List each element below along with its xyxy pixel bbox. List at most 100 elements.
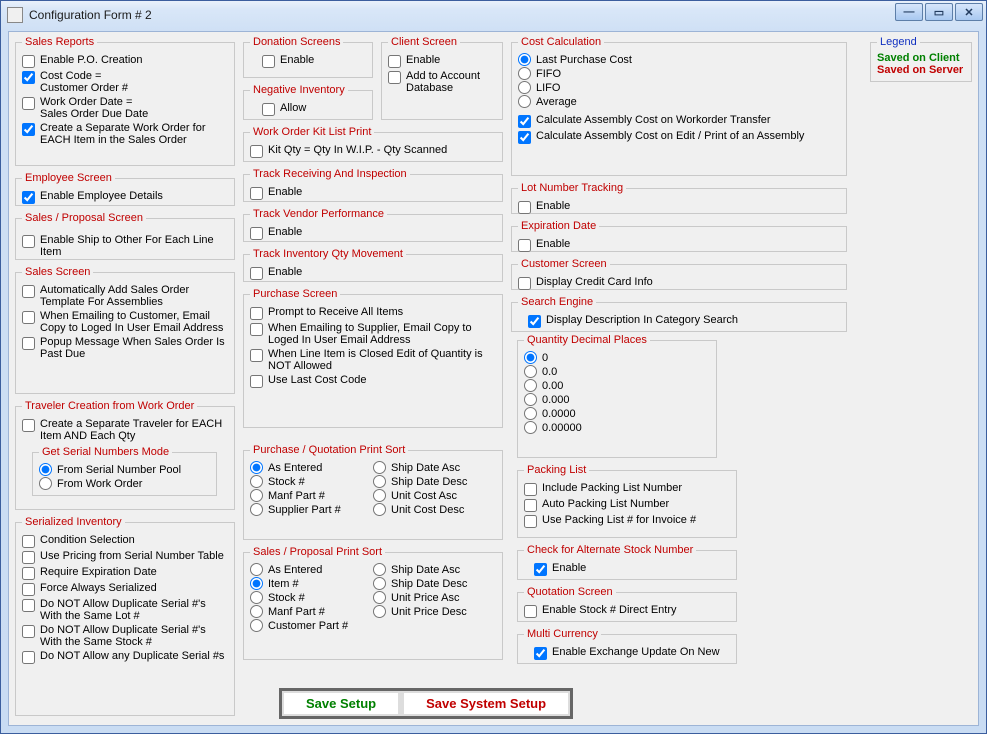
quotation-direct[interactable]: Enable Stock # Direct Entry <box>524 604 730 618</box>
track-inv-qty-enable[interactable]: Enable <box>250 266 496 280</box>
ssort-unit-asc[interactable]: Unit Price Asc <box>373 591 496 604</box>
no-dup-any[interactable]: Do NOT Allow any Duplicate Serial #s <box>22 650 228 664</box>
serial-mode-group: Get Serial Numbers Mode From Serial Numb… <box>32 446 217 496</box>
ssort-manf[interactable]: Manf Part # <box>250 605 373 618</box>
packing-invoice[interactable]: Use Packing List # for Invoice # <box>524 514 730 528</box>
ship-to-other-each-line[interactable]: Enable Ship to Other For Each Line Item <box>22 234 228 258</box>
enable-po-creation[interactable]: Enable P.O. Creation <box>22 54 228 68</box>
donation-enable[interactable]: Enable <box>262 54 366 68</box>
email-copy-customer[interactable]: When Emailing to Customer, Email Copy to… <box>22 310 228 334</box>
packing-auto[interactable]: Auto Packing List Number <box>524 498 730 512</box>
pricing-serial-table[interactable]: Use Pricing from Serial Number Table <box>22 550 228 564</box>
ssort-as-entered[interactable]: As Entered <box>250 563 373 576</box>
track-inv-qty-group: Track Inventory Qty Movement Enable <box>243 248 503 282</box>
psort-unit-desc[interactable]: Unit Cost Desc <box>373 503 496 516</box>
employee-screen-group: Employee Screen Enable Employee Details <box>15 172 235 206</box>
save-setup-button[interactable]: Save Setup <box>284 693 398 714</box>
popup-past-due[interactable]: Popup Message When Sales Order Is Past D… <box>22 336 228 360</box>
search-desc[interactable]: Display Description In Category Search <box>528 314 840 328</box>
ssort-item[interactable]: Item # <box>250 577 373 590</box>
minimize-button[interactable]: — <box>895 3 923 21</box>
window: Configuration Form # 2 — ▭ ✕ Legend Save… <box>0 0 987 734</box>
alt-stock-group: Check for Alternate Stock Number Enable <box>517 544 737 580</box>
cost-avg[interactable]: Average <box>518 95 840 108</box>
titlebar: Configuration Form # 2 — ▭ ✕ <box>1 1 986 29</box>
asm-cost-edit[interactable]: Calculate Assembly Cost on Edit / Print … <box>518 130 840 144</box>
neg-inventory-allow[interactable]: Allow <box>262 102 366 116</box>
sales-reports-group: Sales Reports Enable P.O. Creation Cost … <box>15 36 235 166</box>
lot-enable[interactable]: Enable <box>518 200 840 214</box>
ssort-cust[interactable]: Customer Part # <box>250 619 373 632</box>
legend-title: Legend <box>877 36 920 48</box>
serial-from-wo[interactable]: From Work Order <box>39 477 210 490</box>
multi-cur-enable[interactable]: Enable Exchange Update On New <box>534 646 730 660</box>
track-recv-enable[interactable]: Enable <box>250 186 496 200</box>
client-enable[interactable]: Enable <box>388 54 496 68</box>
psort-unit-asc[interactable]: Unit Cost Asc <box>373 489 496 502</box>
no-dup-lot[interactable]: Do NOT Allow Duplicate Serial #'s With t… <box>22 598 228 622</box>
packing-include[interactable]: Include Packing List Number <box>524 482 730 496</box>
alt-stock-enable[interactable]: Enable <box>534 562 730 576</box>
psort-as-entered[interactable]: As Entered <box>250 461 373 474</box>
cost-code-customer-order[interactable]: Cost Code = Customer Order # <box>22 70 228 94</box>
prompt-receive-all[interactable]: Prompt to Receive All Items <box>250 306 496 320</box>
kit-qty-wip[interactable]: Kit Qty = Qty In W.I.P. - Qty Scanned <box>250 144 496 158</box>
cost-last[interactable]: Last Purchase Cost <box>518 53 840 66</box>
qty-0[interactable]: 0 <box>524 351 710 364</box>
maximize-button[interactable]: ▭ <box>925 3 953 21</box>
exp-date-group: Expiration Date Enable <box>511 220 847 252</box>
display-cc-info[interactable]: Display Credit Card Info <box>518 276 840 290</box>
window-title: Configuration Form # 2 <box>29 8 152 22</box>
no-dup-stock[interactable]: Do NOT Allow Duplicate Serial #'s With t… <box>22 624 228 648</box>
search-engine-group: Search Engine Display Description In Cat… <box>511 296 847 332</box>
qty-2[interactable]: 0.00 <box>524 379 710 392</box>
qty-dec-group: Quantity Decimal Places 0 0.0 0.00 0.000… <box>517 334 717 458</box>
saved-on-server: Saved on Server <box>877 64 965 76</box>
ssort-ship-asc[interactable]: Ship Date Asc <box>373 563 496 576</box>
close-button[interactable]: ✕ <box>955 3 983 21</box>
packing-list-group: Packing List Include Packing List Number… <box>517 464 737 538</box>
qty-3[interactable]: 0.000 <box>524 393 710 406</box>
button-row: Save Setup Save System Setup <box>279 688 573 719</box>
email-copy-supplier[interactable]: When Emailing to Supplier, Email Copy to… <box>250 322 496 346</box>
auto-add-template[interactable]: Automatically Add Sales Order Template F… <box>22 284 228 308</box>
ssort-unit-desc[interactable]: Unit Price Desc <box>373 605 496 618</box>
track-recv-group: Track Receiving And Inspection Enable <box>243 168 503 202</box>
separate-traveler[interactable]: Create a Separate Traveler for EACH Item… <box>22 418 228 442</box>
psort-stock[interactable]: Stock # <box>250 475 373 488</box>
condition-selection[interactable]: Condition Selection <box>22 534 228 548</box>
wo-date-so-due[interactable]: Work Order Date = Sales Order Due Date <box>22 96 228 120</box>
serialized-inventory-group: Serialized Inventory Condition Selection… <box>15 516 235 716</box>
psort-ship-desc[interactable]: Ship Date Desc <box>373 475 496 488</box>
qty-4[interactable]: 0.0000 <box>524 407 710 420</box>
psort-supplier[interactable]: Supplier Part # <box>250 503 373 516</box>
ssort-ship-desc[interactable]: Ship Date Desc <box>373 577 496 590</box>
multi-currency-group: Multi Currency Enable Exchange Update On… <box>517 628 737 664</box>
purchase-group: Purchase Screen Prompt to Receive All It… <box>243 288 503 428</box>
psort-manf[interactable]: Manf Part # <box>250 489 373 502</box>
sales-sort-group: Sales / Proposal Print Sort As Entered I… <box>243 546 503 660</box>
require-expiration[interactable]: Require Expiration Date <box>22 566 228 580</box>
wo-kit-group: Work Order Kit List Print Kit Qty = Qty … <box>243 126 503 162</box>
save-system-setup-button[interactable]: Save System Setup <box>404 693 568 714</box>
sales-proposal-screen-group: Sales / Proposal Screen Enable Ship to O… <box>15 212 235 260</box>
psort-ship-asc[interactable]: Ship Date Asc <box>373 461 496 474</box>
asm-cost-transfer[interactable]: Calculate Assembly Cost on Workorder Tra… <box>518 114 840 128</box>
app-icon <box>7 7 23 23</box>
closed-no-edit-qty[interactable]: When Line Item is Closed Edit of Quantit… <box>250 348 496 372</box>
serial-from-pool[interactable]: From Serial Number Pool <box>39 463 210 476</box>
client-add-db[interactable]: Add to Account Database <box>388 70 496 94</box>
cost-lifo[interactable]: LIFO <box>518 81 840 94</box>
cost-fifo[interactable]: FIFO <box>518 67 840 80</box>
client-area: Legend Saved on Client Saved on Server S… <box>8 31 979 726</box>
neg-inventory-group: Negative Inventory Allow <box>243 84 373 120</box>
force-serialized[interactable]: Force Always Serialized <box>22 582 228 596</box>
separate-wo-each-item[interactable]: Create a Separate Work Order for EACH It… <box>22 122 228 146</box>
enable-employee-details[interactable]: Enable Employee Details <box>22 190 228 204</box>
exp-enable[interactable]: Enable <box>518 238 840 252</box>
ssort-stock[interactable]: Stock # <box>250 591 373 604</box>
use-last-cost[interactable]: Use Last Cost Code <box>250 374 496 388</box>
qty-5[interactable]: 0.00000 <box>524 421 710 434</box>
qty-1[interactable]: 0.0 <box>524 365 710 378</box>
track-vendor-enable[interactable]: Enable <box>250 226 496 240</box>
